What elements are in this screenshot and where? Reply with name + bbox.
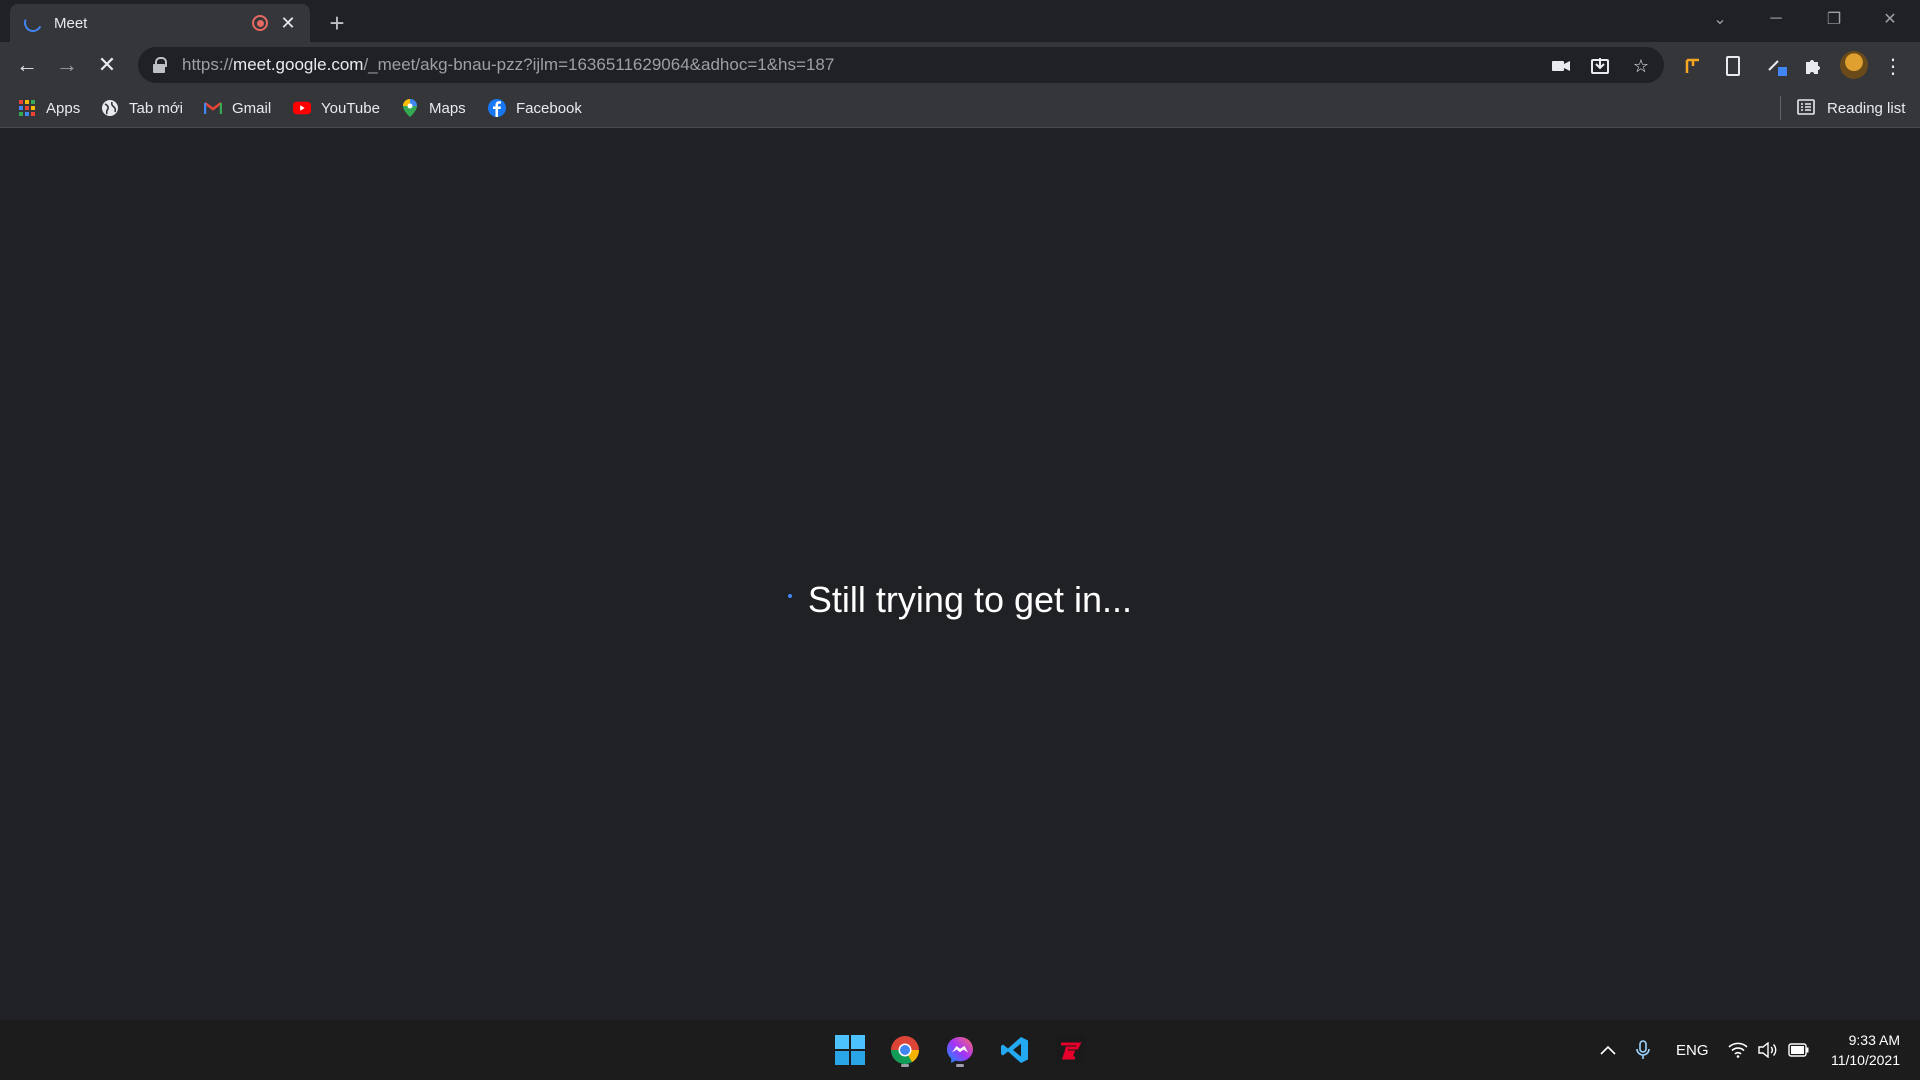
maps-icon: [401, 99, 419, 117]
facebook-icon: [488, 99, 506, 117]
apps-grid-icon: [18, 99, 36, 117]
device-icon[interactable]: [1720, 53, 1746, 79]
bookmark-star-icon[interactable]: ☆: [1630, 55, 1652, 77]
battery-icon[interactable]: [1788, 1040, 1810, 1060]
url-scheme: https://: [182, 55, 234, 74]
browser-tab-meet[interactable]: Meet ✕: [10, 4, 310, 42]
garena-icon[interactable]: [1050, 1030, 1090, 1070]
url-host: meet.google.com: [233, 55, 364, 74]
new-tab-button[interactable]: +: [322, 8, 352, 38]
install-app-icon[interactable]: [1589, 55, 1611, 77]
bookmark-label: Gmail: [232, 99, 272, 117]
status-message: Still trying to get in...: [807, 579, 1133, 620]
recording-icon: [252, 15, 268, 31]
restore-button[interactable]: ❐: [1806, 0, 1862, 38]
bookmark-label: Apps: [46, 99, 81, 117]
loading-spinner-icon: [21, 11, 45, 35]
tab-strip: Meet ✕ + ⌄ ─ ❐ ✕: [0, 0, 1920, 42]
tab-close-icon[interactable]: ✕: [278, 13, 298, 33]
stop-loading-button[interactable]: ✕: [91, 49, 123, 81]
reading-list-label: Reading list: [1827, 99, 1906, 117]
bookmark-youtube[interactable]: YouTube: [293, 96, 380, 120]
microphone-icon[interactable]: [1636, 1040, 1650, 1060]
bookmark-maps[interactable]: Maps: [401, 96, 466, 120]
bookmark-label: Maps: [429, 99, 466, 117]
windows-taskbar: ENG 9:33 AM 11/10/2021: [0, 1020, 1920, 1080]
url-text[interactable]: https://meet.google.com/_meet/akg-bnau-p…: [182, 55, 834, 75]
extensions-puzzle-icon[interactable]: [1800, 53, 1826, 79]
system-clock[interactable]: 9:33 AM 11/10/2021: [1820, 1030, 1900, 1070]
bookmark-label: Facebook: [516, 99, 582, 117]
back-button[interactable]: ←: [11, 49, 43, 81]
youtube-icon: [293, 99, 311, 117]
running-indicator: [956, 1064, 964, 1067]
more-menu-icon[interactable]: ⋮: [1880, 53, 1906, 79]
minimize-button[interactable]: ─: [1748, 0, 1804, 38]
camera-icon[interactable]: [1550, 55, 1572, 77]
clock-date: 11/10/2021: [1830, 1052, 1900, 1068]
forward-button[interactable]: →: [51, 49, 83, 81]
extension-pen-icon[interactable]: [1764, 53, 1790, 79]
profile-avatar[interactable]: [1840, 51, 1868, 79]
windows-start-icon[interactable]: [830, 1030, 870, 1070]
gmail-icon: [204, 99, 222, 117]
language-indicator[interactable]: ENG: [1676, 1040, 1709, 1060]
show-hidden-icons-button[interactable]: [1600, 1040, 1616, 1060]
meet-content-area: Still trying to get in...: [0, 129, 1920, 1020]
reading-list-icon: [1797, 99, 1815, 117]
bookmark-gmail[interactable]: Gmail: [204, 96, 271, 120]
wifi-icon[interactable]: [1728, 1040, 1748, 1060]
url-path: /_meet/akg-bnau-pzz?ijlm=1636511629064&a…: [363, 55, 835, 74]
bookmark-label: Tab mới: [129, 99, 184, 117]
close-window-button[interactable]: ✕: [1862, 0, 1918, 38]
bookmark-tab-moi[interactable]: Tab mới: [101, 96, 183, 120]
chrome-icon[interactable]: [885, 1030, 925, 1070]
address-bar[interactable]: https://meet.google.com/_meet/akg-bnau-p…: [138, 47, 1664, 83]
browser-toolbar: ← → ✕ https://meet.google.com/_meet/akg-…: [0, 42, 1920, 88]
bookmark-label: YouTube: [321, 99, 380, 117]
lock-icon[interactable]: [152, 57, 167, 73]
tab-search-icon[interactable]: ⌄: [1692, 0, 1748, 38]
bookmarks-bar: Apps Tab mới Gmail YouTube Maps Facebook: [0, 88, 1920, 128]
loading-dot-icon: [787, 594, 792, 598]
join-status: Still trying to get in...: [0, 579, 1920, 621]
extension-orange-icon[interactable]: [1680, 53, 1706, 79]
reading-list-button[interactable]: Reading list: [1780, 96, 1905, 120]
messenger-icon[interactable]: [940, 1030, 980, 1070]
globe-icon: [101, 99, 119, 117]
tab-title: Meet: [54, 14, 88, 32]
bookmark-apps[interactable]: Apps: [18, 96, 80, 120]
volume-icon[interactable]: [1758, 1040, 1778, 1060]
clock-time: 9:33 AM: [1848, 1032, 1900, 1048]
bookmark-facebook[interactable]: Facebook: [488, 96, 582, 120]
vscode-icon[interactable]: [995, 1030, 1035, 1070]
running-indicator: [901, 1064, 909, 1067]
